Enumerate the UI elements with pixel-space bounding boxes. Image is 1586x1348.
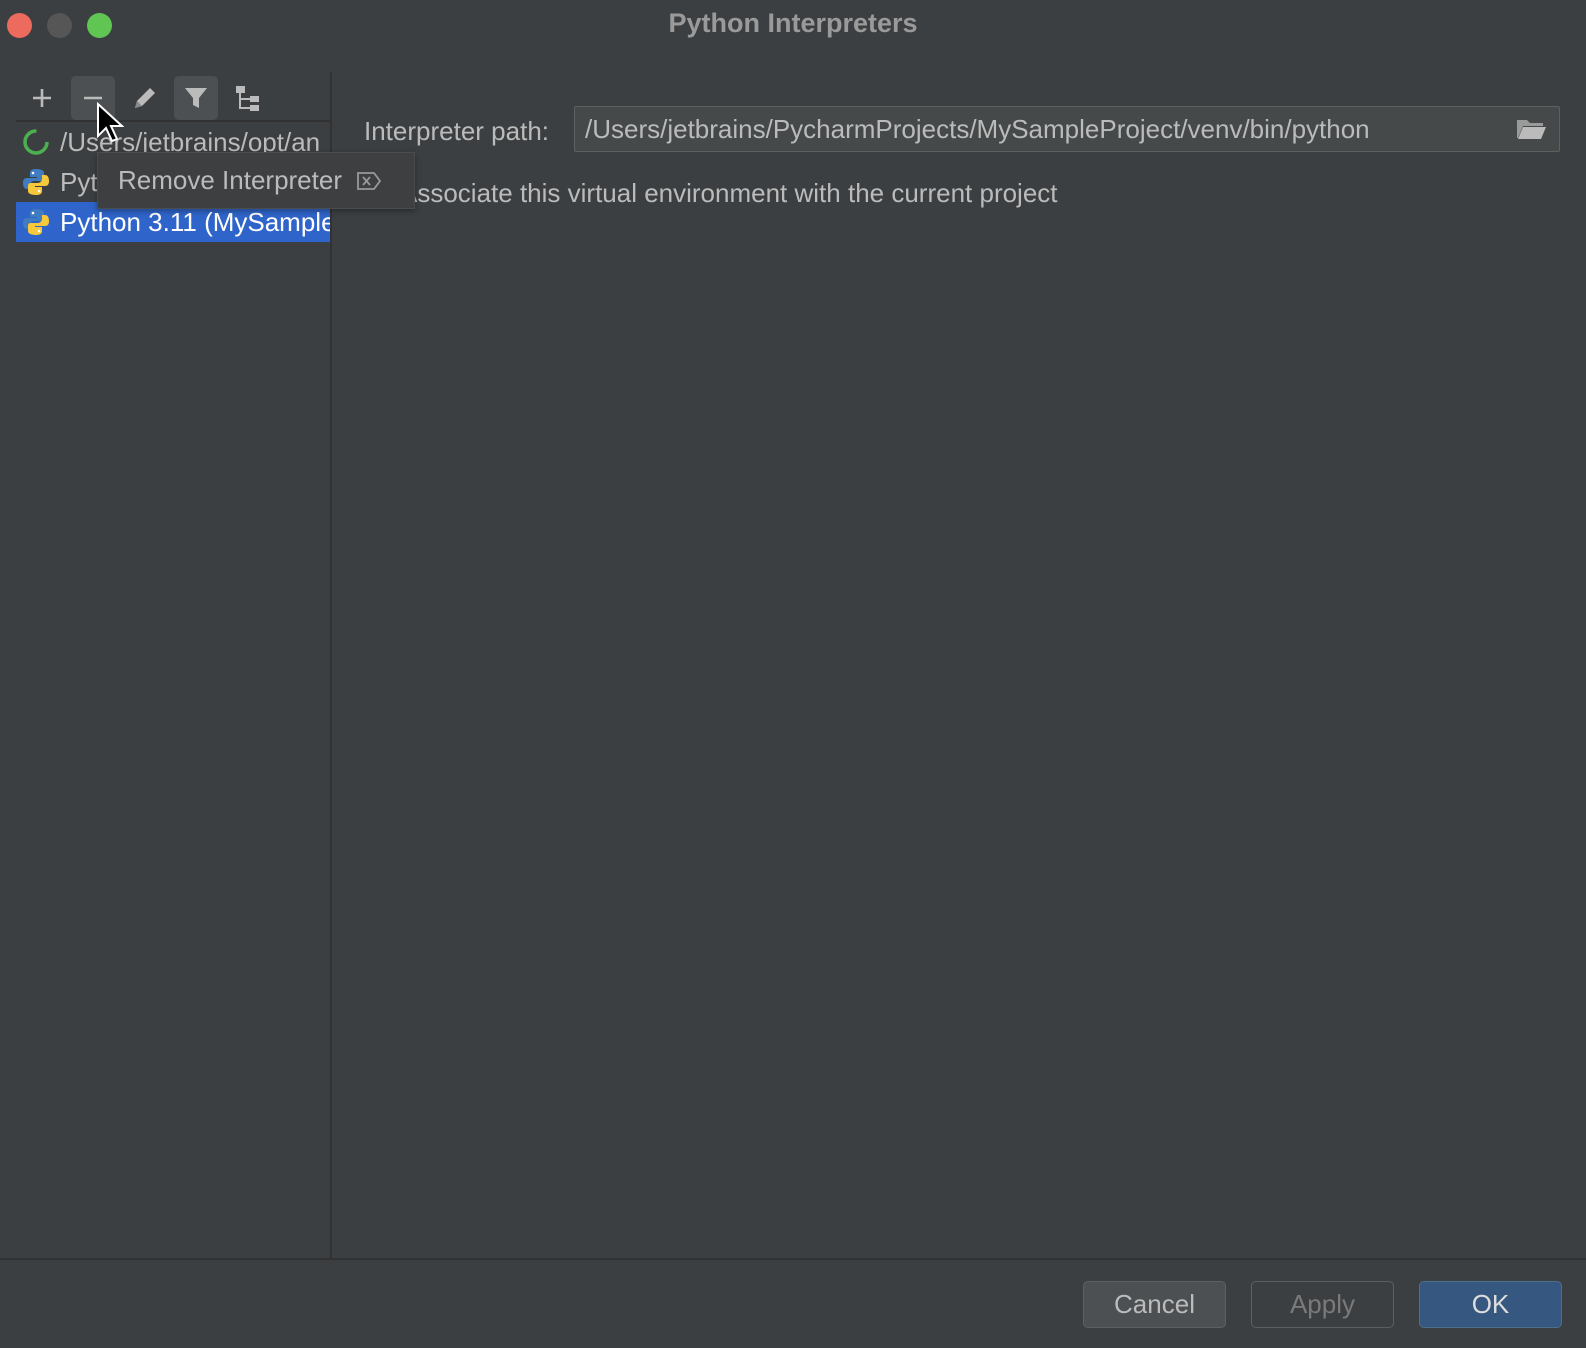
filter-button[interactable]: [174, 76, 218, 120]
mouse-cursor-icon: [97, 102, 124, 143]
interpreter-list-pane: /Users/jetbrains/opt/an Pyt Python 3.11 …: [0, 72, 332, 1258]
tooltip-text: Remove Interpreter: [118, 165, 342, 195]
interpreter-label: Pyt: [60, 166, 98, 197]
associate-option[interactable]: Associate this virtual environment with …: [364, 178, 1058, 209]
pencil-icon: [135, 88, 155, 108]
remove-interpreter-tooltip: Remove Interpreter: [97, 152, 415, 209]
footer-divider: [0, 1258, 1586, 1260]
window-title: Python Interpreters: [668, 8, 918, 38]
edit-interpreter-button[interactable]: [123, 76, 167, 120]
interpreter-path-value: /Users/jetbrains/PycharmProjects/MySampl…: [585, 113, 1370, 144]
interpreter-details-pane: Interpreter path: /Users/jetbrains/Pycha…: [332, 72, 1586, 1258]
tree-icon: [236, 86, 259, 111]
ok-button[interactable]: OK: [1419, 1281, 1562, 1328]
associate-label: Associate this virtual environment with …: [400, 178, 1058, 208]
apply-button[interactable]: Apply: [1251, 1281, 1394, 1328]
add-interpreter-button[interactable]: [20, 76, 64, 120]
filter-icon: [185, 88, 207, 108]
list-toolbar: [16, 74, 330, 122]
delete-key-icon: [357, 171, 382, 190]
python-icon: [23, 169, 49, 195]
plus-icon: [33, 89, 51, 107]
interpreter-label: Python 3.11 (MySample: [60, 206, 330, 237]
show-paths-button[interactable]: [226, 76, 270, 120]
interpreter-path-label: Interpreter path:: [364, 116, 549, 146]
cancel-button[interactable]: Cancel: [1083, 1281, 1226, 1328]
interpreter-path-field[interactable]: /Users/jetbrains/PycharmProjects/MySampl…: [574, 106, 1560, 152]
title-bar: Python Interpreters: [0, 0, 1586, 52]
loading-icon: [23, 129, 49, 155]
folder-icon[interactable]: [1515, 117, 1547, 141]
python-icon: [23, 209, 49, 235]
